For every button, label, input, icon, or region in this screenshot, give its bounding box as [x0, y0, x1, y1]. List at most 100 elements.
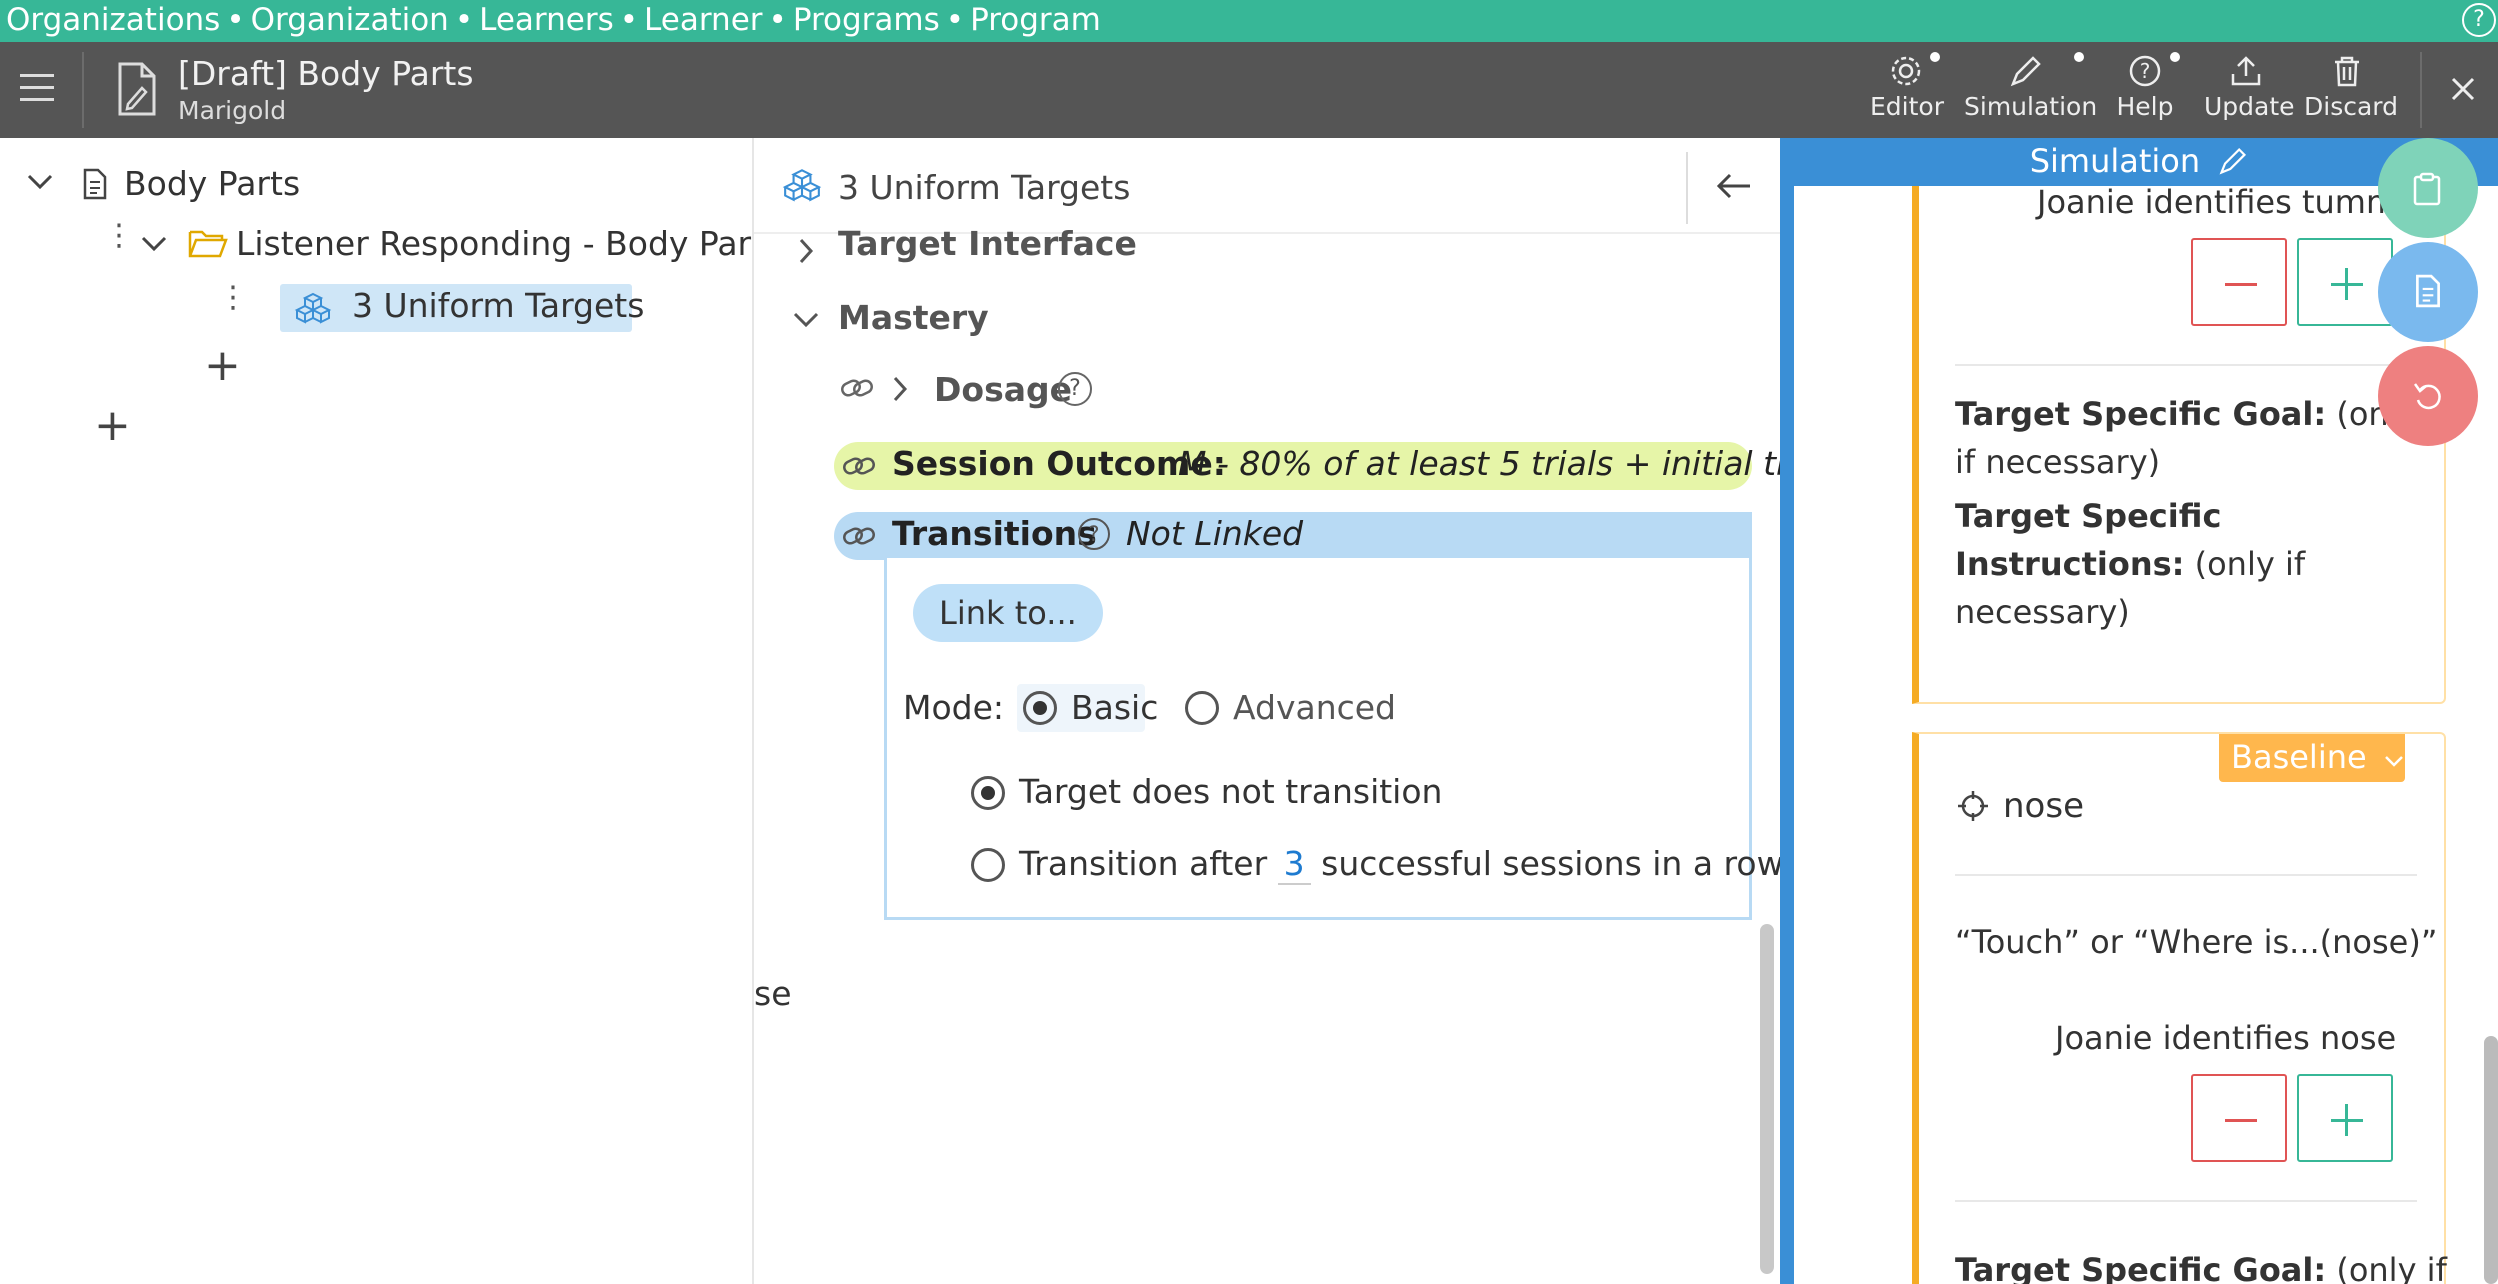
help-icon[interactable]: ? [1058, 372, 1092, 406]
breadcrumb-organization[interactable]: Organization [251, 2, 449, 38]
simulation-title-label: Simulation [2029, 142, 2201, 180]
breadcrumb-learners[interactable]: Learners [479, 2, 614, 38]
help-button[interactable]: ? Help [2116, 54, 2174, 121]
kebab-menu-icon[interactable]: ⋮ [104, 221, 134, 251]
document-icon [83, 168, 107, 200]
link-to-button[interactable]: Link to... [913, 584, 1103, 642]
editor-scrollbar[interactable] [1760, 924, 1774, 1274]
target-card-tummy: Joanie identifies tummy Target Specific … [1912, 186, 2446, 704]
editor-pane-header: 3 Uniform Targets [754, 138, 1782, 234]
simulation-scrollbar[interactable] [2484, 1036, 2498, 1284]
session-outcome-row[interactable]: Session Outcome: M - 80% of at least 5 t… [834, 442, 1828, 490]
app-header: [Draft] Body Parts Marigold Editor Simul… [0, 42, 2498, 138]
transition-after-label[interactable]: Transition after 3 successful sessions i… [1019, 844, 1784, 885]
chevron-down-icon[interactable] [792, 310, 820, 330]
document-edit-icon [118, 62, 156, 116]
pencil-icon[interactable] [2218, 146, 2248, 176]
pencil-icon [2010, 56, 2041, 87]
breadcrumb-programs[interactable]: Programs [793, 2, 940, 38]
editor-indicator-dot [1930, 52, 1940, 62]
section-mastery[interactable]: Mastery [838, 298, 989, 337]
discard-label: Discard [2304, 92, 2398, 121]
mode-basic-label[interactable]: Basic [1071, 688, 1158, 727]
clipboard-fab[interactable] [2378, 138, 2478, 238]
baseline-label: Baseline [2231, 738, 2367, 776]
add-target-icon[interactable]: + [204, 344, 241, 388]
kebab-menu-icon[interactable]: ⋮ [218, 283, 248, 313]
chevron-down-icon[interactable] [26, 172, 54, 192]
target-name: nose [2003, 786, 2084, 826]
simulation-button[interactable]: Simulation [1964, 54, 2097, 121]
no-transition-label[interactable]: Target does not transition [1019, 772, 1442, 811]
target-goal-label: Target Specific Goal: [1955, 395, 2327, 433]
simulation-indicator-dot [2074, 52, 2084, 62]
target-goal-note: (only if [2336, 1251, 2447, 1284]
simulation-pane: Simulation Joanie identifies tummy Targe… [1780, 138, 2498, 1284]
discard-button[interactable]: Discard [2304, 54, 2398, 121]
mode-advanced-label[interactable]: Advanced [1233, 688, 1396, 727]
editor-button[interactable]: Editor [1870, 54, 1944, 121]
target-instructions-label: Target Specific Instructions: [1955, 497, 2222, 583]
cubes-icon [782, 169, 822, 202]
menu-icon[interactable] [20, 74, 54, 102]
help-label: Help [2116, 92, 2174, 121]
chevron-down-icon[interactable] [140, 234, 168, 254]
baseline-dropdown[interactable]: Baseline [2219, 734, 2405, 782]
breadcrumb-organizations[interactable]: Organizations [6, 2, 220, 38]
chevron-right-icon[interactable] [890, 374, 910, 404]
cubes-icon [294, 292, 332, 324]
close-icon[interactable] [2446, 72, 2480, 106]
target-prompt: “Touch” or “Where is...(nose)” [1955, 923, 2438, 961]
help-icon[interactable]: ? [2462, 3, 2496, 37]
identifies-text: Joanie identifies nose [2055, 1019, 2397, 1057]
breadcrumb-separator: • [454, 2, 474, 38]
breadcrumb-separator: • [226, 2, 245, 38]
program-tree: Body Parts ⋮ Listener Responding - Body … [0, 138, 781, 1284]
mode-advanced-radio[interactable] [1185, 691, 1219, 725]
section-dosage[interactable]: Dosage [934, 370, 1072, 409]
breadcrumb-separator: • [619, 2, 639, 38]
chevron-right-icon[interactable] [796, 236, 816, 266]
mode-basic-radio[interactable] [1023, 691, 1057, 725]
minus-button[interactable] [2191, 238, 2287, 326]
session-outcome-value: M - 80% of at least 5 trials + initial t… [1178, 444, 1829, 483]
notes-fab[interactable] [2378, 242, 2478, 342]
breadcrumb-program[interactable]: Program [970, 2, 1101, 38]
divider [1955, 874, 2417, 876]
add-folder-icon[interactable]: + [94, 404, 131, 448]
simulation-label: Simulation [1964, 92, 2098, 121]
update-label: Update [2204, 92, 2295, 121]
tree-item-selected[interactable]: 3 Uniform Targets [280, 284, 644, 332]
help-icon[interactable]: ? [1078, 518, 1110, 550]
editor-heading: 3 Uniform Targets [838, 168, 1131, 207]
transitions-status: Not Linked [1126, 514, 1304, 553]
breadcrumb-learner[interactable]: Learner [644, 2, 762, 38]
no-transition-radio[interactable] [971, 776, 1005, 810]
simulation-body: Joanie identifies tummy Target Specific … [1794, 186, 2498, 1284]
arrow-left-icon[interactable] [1716, 172, 1752, 200]
editor-pane: 3 Uniform Targets Target Interface Maste… [752, 138, 1828, 1284]
tree-item-root-label: Body Parts [124, 164, 301, 203]
divider [1955, 1200, 2417, 1202]
reset-fab[interactable] [2378, 346, 2478, 446]
transition-count-input[interactable]: 3 [1277, 844, 1311, 885]
update-button[interactable]: Update [2204, 54, 2295, 121]
transitions-label: Transitions [892, 514, 1097, 553]
divider [1955, 364, 2417, 366]
chevron-down-icon [2384, 756, 2403, 767]
transition-after-prefix: Transition after [1019, 844, 1268, 883]
mode-label: Mode: [903, 688, 1005, 727]
transition-after-radio[interactable] [971, 848, 1005, 882]
minus-button[interactable] [2191, 1074, 2287, 1162]
folder-open-icon [188, 230, 228, 258]
identifies-text: Joanie identifies tummy [2037, 186, 2417, 221]
plus-button[interactable] [2297, 1074, 2393, 1162]
link-icon[interactable] [842, 526, 876, 546]
breadcrumb-separator: • [945, 2, 965, 38]
link-icon[interactable] [840, 378, 874, 398]
section-target-interface[interactable]: Target Interface [838, 224, 1137, 263]
document-icon [2416, 274, 2440, 308]
transitions-row[interactable]: Transitions ? Not Linked [834, 512, 1752, 560]
gear-icon [1891, 56, 1921, 86]
link-icon[interactable] [842, 456, 876, 476]
